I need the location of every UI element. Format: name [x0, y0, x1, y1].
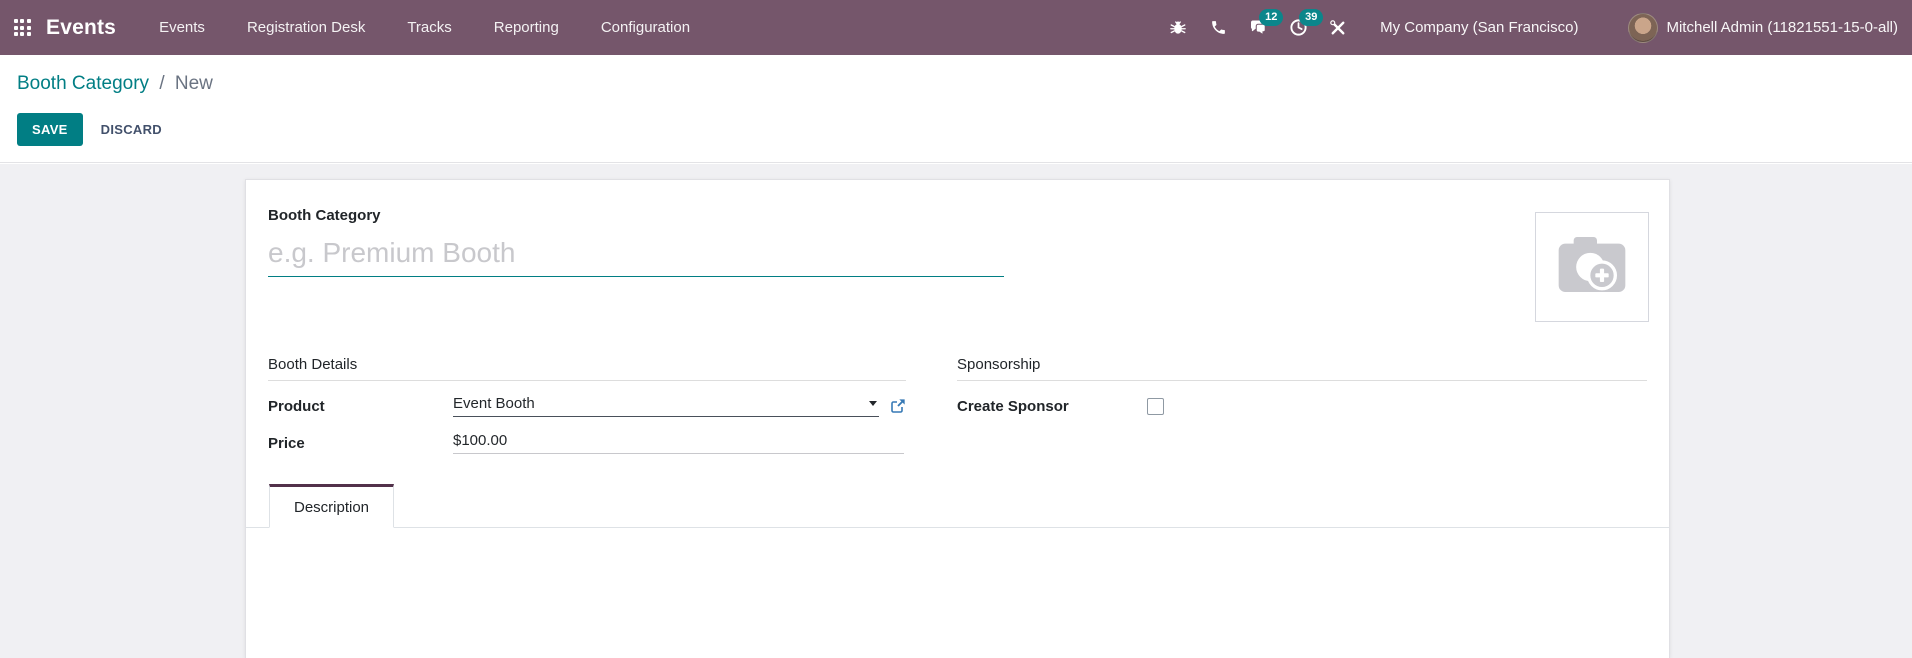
price-field-row: Price: [268, 431, 906, 455]
avatar[interactable]: [1628, 12, 1659, 43]
content-background: Booth Category Booth Details Product Eve…: [0, 164, 1912, 658]
debug-bug-button[interactable]: [1158, 0, 1198, 55]
menu-item-configuration[interactable]: Configuration: [580, 0, 711, 55]
booth-category-label: Booth Category: [268, 207, 381, 224]
menu-item-events[interactable]: Events: [138, 0, 226, 55]
notebook: Description: [246, 484, 1669, 658]
discard-button[interactable]: DISCARD: [87, 113, 176, 146]
tools-icon: [1330, 19, 1345, 34]
form-groups: Booth Details Product Event Booth Price …: [268, 356, 1648, 455]
menu-item-tracks[interactable]: Tracks: [386, 0, 472, 55]
image-upload-box[interactable]: [1535, 212, 1649, 322]
top-navbar: Events Events Registration Desk Tracks R…: [0, 0, 1912, 55]
product-many2one[interactable]: Event Booth: [453, 395, 879, 417]
voip-phone-button[interactable]: [1198, 0, 1238, 55]
apps-menu-button[interactable]: [0, 0, 44, 55]
product-field-row: Product Event Booth: [268, 394, 906, 418]
menu-item-reporting[interactable]: Reporting: [473, 0, 580, 55]
user-menu[interactable]: Mitchell Admin (11821551-15-0-all): [1666, 19, 1898, 36]
product-external-link-button[interactable]: [890, 398, 906, 414]
control-panel: Booth Category / New SAVE DISCARD: [0, 55, 1912, 163]
phone-icon: [1211, 21, 1225, 34]
menu-item-registration-desk[interactable]: Registration Desk: [226, 0, 386, 55]
company-switcher[interactable]: My Company (San Francisco): [1358, 19, 1598, 36]
dropdown-caret-icon[interactable]: [869, 401, 877, 406]
form-sheet: Booth Category Booth Details Product Eve…: [245, 179, 1670, 658]
main-menu: Events Registration Desk Tracks Reportin…: [138, 0, 711, 55]
product-label: Product: [268, 397, 325, 415]
create-sponsor-field-row: Create Sponsor: [957, 394, 1647, 418]
breadcrumb-parent-link[interactable]: Booth Category: [17, 73, 149, 94]
messages-button[interactable]: 12: [1238, 0, 1284, 55]
sponsorship-title: Sponsorship: [957, 356, 1647, 381]
price-input[interactable]: [453, 432, 904, 454]
create-sponsor-checkbox[interactable]: [1147, 398, 1164, 415]
apps-grid-icon: [13, 19, 31, 36]
external-link-icon: [891, 399, 905, 413]
bug-icon: [1170, 20, 1186, 34]
product-value: Event Booth: [453, 395, 535, 412]
create-sponsor-label: Create Sponsor: [957, 397, 1069, 415]
save-button[interactable]: SAVE: [17, 113, 83, 146]
tab-strip: Description: [246, 484, 1669, 528]
activities-button[interactable]: 39: [1278, 0, 1324, 55]
breadcrumb-current: New: [174, 73, 213, 94]
booth-details-title: Booth Details: [268, 356, 906, 381]
app-title[interactable]: Events: [46, 16, 116, 40]
group-booth-details: Booth Details Product Event Booth Price …: [268, 356, 906, 455]
navbar-left: Events Events Registration Desk Tracks R…: [0, 0, 711, 55]
tools-button[interactable]: [1318, 0, 1358, 55]
price-label: Price: [268, 434, 305, 452]
group-sponsorship: Sponsorship Create Sponsor: [957, 356, 1647, 455]
form-actions: SAVE DISCARD: [17, 113, 176, 146]
camera-add-icon: [1558, 237, 1626, 292]
tab-description[interactable]: Description: [269, 484, 395, 528]
description-tab-content[interactable]: [246, 528, 1669, 658]
navbar-right: 12 39 My Company (San Francisco) Mitchel…: [1158, 0, 1912, 55]
booth-category-input[interactable]: [268, 230, 1004, 277]
breadcrumb-separator: /: [159, 73, 165, 94]
breadcrumb: Booth Category / New: [17, 73, 213, 95]
